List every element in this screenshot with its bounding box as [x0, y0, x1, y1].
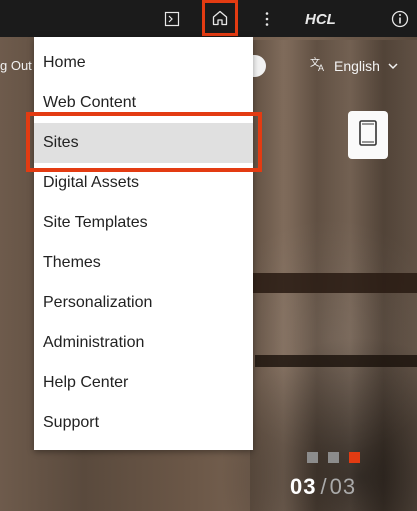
menu-item-personalization[interactable]: Personalization: [34, 283, 253, 323]
slide-counter: 03/03: [290, 474, 356, 500]
device-preview-button[interactable]: [348, 111, 388, 159]
tablet-icon: [358, 119, 378, 152]
kebab-menu-icon[interactable]: [256, 0, 278, 37]
chevron-down-icon: [388, 59, 398, 73]
translate-icon: 文A: [310, 56, 328, 75]
menu-item-help-center[interactable]: Help Center: [34, 363, 253, 403]
svg-text:HCL: HCL: [305, 12, 336, 26]
language-label: English: [334, 57, 380, 74]
info-icon[interactable]: [388, 0, 412, 37]
menu-item-site-templates[interactable]: Site Templates: [34, 203, 253, 243]
home-icon[interactable]: [202, 0, 238, 36]
carousel-dot-active[interactable]: [349, 452, 360, 463]
menu-item-home[interactable]: Home: [34, 43, 253, 83]
logout-link[interactable]: g Out: [0, 58, 32, 73]
slide-current: 03: [290, 474, 317, 499]
shelf-lower: [255, 355, 417, 367]
shelf: [250, 273, 417, 293]
menu-item-support[interactable]: Support: [34, 403, 253, 443]
carousel-dots: [307, 452, 360, 463]
hcl-logo: HCL: [304, 0, 370, 37]
slide-separator: /: [320, 474, 328, 499]
carousel-dot[interactable]: [328, 452, 339, 463]
applications-menu: Home Web Content Sites Digital Assets Si…: [34, 37, 253, 450]
carousel-dot[interactable]: [307, 452, 318, 463]
slide-total: 03: [329, 474, 357, 499]
svg-text:A: A: [318, 63, 324, 72]
language-selector[interactable]: 文A English: [310, 56, 398, 75]
preview-icon[interactable]: [160, 0, 184, 37]
menu-item-themes[interactable]: Themes: [34, 243, 253, 283]
menu-item-administration[interactable]: Administration: [34, 323, 253, 363]
sites-highlight-box: [26, 112, 262, 172]
top-toolbar: HCL: [0, 0, 417, 37]
